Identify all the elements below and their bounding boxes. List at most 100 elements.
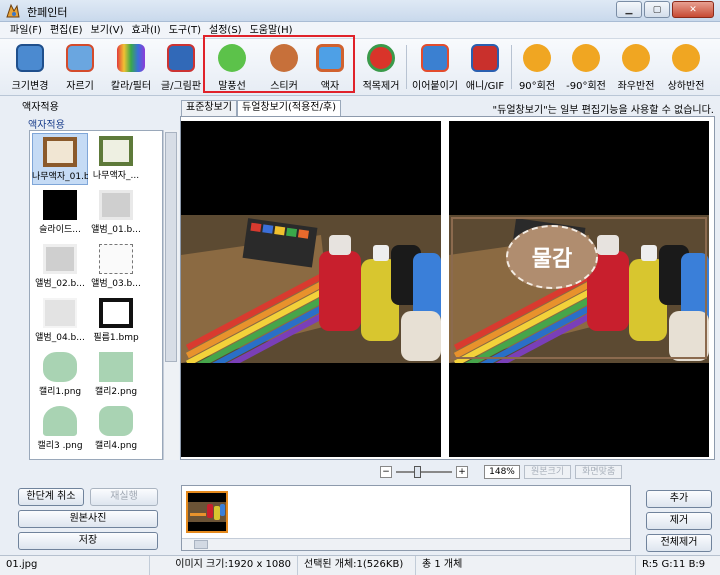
thumb-item[interactable]: 필름1.bmp — [88, 295, 144, 347]
undo-button[interactable]: 한단계 취소 — [18, 488, 84, 506]
thumb-item[interactable]: 캘리1.png — [32, 349, 88, 401]
rotate-cw-label: 90°회전 — [518, 81, 556, 92]
thumb-item[interactable]: 앨범_01.b... — [88, 187, 144, 239]
scrollbar-thumb[interactable] — [165, 132, 177, 362]
flip-horizontal-button[interactable]: 좌우반전 — [614, 42, 658, 92]
zoom-out-button[interactable]: − — [380, 466, 392, 478]
thumb-label: 캘리4.png — [94, 441, 138, 451]
calli-thumb — [99, 352, 133, 382]
flip-vertical-button[interactable]: 상하반전 — [664, 42, 708, 92]
original-photo-button[interactable]: 원본사진 — [18, 510, 158, 528]
save-button[interactable]: 저장 — [18, 532, 158, 550]
menu-edit[interactable]: 편집(E) — [46, 22, 87, 38]
status-bar: 01.jpg 이미지 크기:1920 x 1080 선택된 개체:1(526KB… — [0, 555, 720, 575]
wood-frame-thumb — [43, 137, 77, 167]
status-total: 총 1 개체 — [416, 556, 636, 575]
minimize-button[interactable]: ▁ — [616, 1, 642, 18]
thumb-item[interactable]: 나무액자_01.bmp — [32, 133, 88, 185]
thumb-item[interactable]: 캘리4.png — [88, 403, 144, 455]
before-pane — [181, 121, 441, 457]
panel-title: 액자적용 — [22, 102, 59, 113]
flip-vertical-label: 상하반전 — [667, 81, 705, 92]
album-thumb — [99, 190, 133, 220]
color-filter-button[interactable]: 칼라/필터 — [108, 42, 154, 92]
zoom-slider-track — [396, 471, 452, 473]
text-draw-icon — [167, 44, 195, 72]
merge-label: 이어붙이기 — [412, 81, 458, 92]
slide-thumb — [43, 190, 77, 220]
rotate-ccw-button[interactable]: -90°회전 — [564, 42, 608, 92]
thumb-item[interactable]: 캘리2.png — [88, 349, 144, 401]
thumbnail-scrollbar[interactable] — [163, 130, 179, 460]
zoom-in-button[interactable]: + — [456, 466, 468, 478]
gif-button[interactable]: 애니/GIF — [462, 42, 508, 92]
add-button[interactable]: 추가 — [646, 490, 712, 508]
maximize-button[interactable]: ▢ — [644, 1, 670, 18]
rotate-cw-icon — [523, 44, 551, 72]
zoom-slider[interactable] — [396, 466, 452, 478]
thumb-item[interactable]: 앨범_03.b... — [88, 241, 144, 293]
thumb-item[interactable]: 앨범_02.b... — [32, 241, 88, 293]
rotate-ccw-label: -90°회전 — [566, 81, 606, 92]
album-thumb — [43, 244, 77, 274]
maximize-icon: ▢ — [652, 4, 662, 15]
wood-frame-thumb — [99, 136, 133, 166]
thumb-label: 앨범_02.b... — [35, 279, 85, 289]
fit-screen-button[interactable]: 화면맞춤 — [575, 465, 623, 479]
frame-thumbnail-list: 나무액자_01.bmp 나무액자_... 슬라이드... 앨범_01.b... … — [29, 130, 163, 460]
red-eye-button[interactable]: 적목제거 — [358, 42, 404, 92]
remove-all-button[interactable]: 전체제거 — [646, 534, 712, 552]
remove-button[interactable]: 제거 — [646, 512, 712, 530]
zoom-bar: − + 148% 원본크기 화면맞춤 — [380, 464, 623, 480]
window-title: 한페인터 — [27, 6, 68, 19]
merge-button[interactable]: 이어붙이기 — [410, 42, 460, 92]
thumb-item[interactable]: 앨범_04.b... — [32, 295, 88, 347]
thumb-label: 나무액자_... — [92, 171, 140, 181]
thumb-label: 앨범_01.b... — [91, 225, 141, 235]
zoom-slider-knob[interactable] — [414, 466, 421, 478]
strip-scrollbar[interactable] — [182, 538, 630, 550]
gif-icon — [471, 44, 499, 72]
panel-group-label: 액자적용 — [28, 120, 65, 131]
sticker-text: 물감 — [531, 247, 573, 272]
image-viewer: 물감 — [180, 116, 715, 460]
toolbar: 크기변경 자르기 칼라/필터 글/그림판 말풍선 스티커 액자 적목제거 이어붙… — [0, 39, 720, 96]
flip-vertical-icon — [672, 44, 700, 72]
sticker[interactable]: 물감 — [506, 225, 598, 289]
redo-button[interactable]: 재실행 — [90, 488, 158, 506]
resize-button[interactable]: 크기변경 — [10, 42, 50, 92]
original-size-button[interactable]: 원본크기 — [524, 465, 572, 479]
thumb-label: 앨범_03.b... — [91, 279, 141, 289]
thumb-item[interactable]: 캘리3 .png — [32, 403, 88, 455]
after-pane: 물감 — [449, 121, 709, 457]
status-image-size: 이미지 크기:1920 x 1080 — [150, 556, 298, 575]
status-file: 01.jpg — [0, 556, 150, 575]
strip-thumb[interactable] — [186, 491, 228, 533]
strip-scrollbar-thumb[interactable] — [194, 540, 208, 549]
minimize-icon: ▁ — [625, 4, 633, 15]
menu-tools[interactable]: 도구(T) — [165, 22, 205, 38]
app-logo-icon — [6, 3, 20, 18]
text-draw-button[interactable]: 글/그림판 — [158, 42, 204, 92]
album-thumb — [99, 244, 133, 274]
thumb-item[interactable]: 슬라이드... — [32, 187, 88, 239]
thumb-item[interactable]: 나무액자_... — [88, 133, 144, 185]
close-icon: ✕ — [689, 4, 697, 15]
crop-button[interactable]: 자르기 — [60, 42, 100, 92]
text-draw-label: 글/그림판 — [160, 81, 202, 92]
merge-icon — [421, 44, 449, 72]
thumb-label: 캘리3 .png — [37, 441, 83, 451]
flip-horizontal-label: 좌우반전 — [617, 81, 655, 92]
menu-file[interactable]: 파일(F) — [6, 22, 46, 38]
rotate-cw-button[interactable]: 90°회전 — [516, 42, 558, 92]
thumb-label: 캘리2.png — [94, 387, 138, 397]
tab-standard-view[interactable]: 표준창보기 — [181, 100, 237, 116]
album-thumb — [43, 298, 77, 328]
menu-effects[interactable]: 효과(I) — [128, 22, 165, 38]
thumb-label: 캘리1.png — [38, 387, 82, 397]
menu-view[interactable]: 보기(V) — [87, 22, 128, 38]
tab-dual-view[interactable]: 듀얼창보기(적용전/후) — [237, 100, 341, 116]
color-filter-icon — [117, 44, 145, 72]
close-button[interactable]: ✕ — [672, 1, 714, 18]
toolbar-separator — [406, 45, 407, 89]
